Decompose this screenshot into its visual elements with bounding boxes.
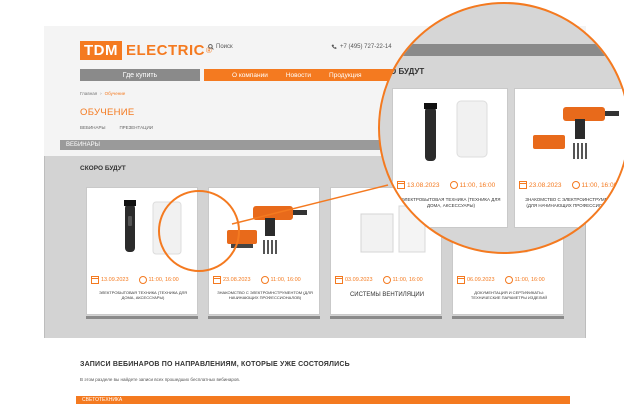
card-underline: [330, 316, 442, 319]
webinar-time: 11:00, 16:00: [459, 181, 496, 189]
webinar-time: 11:00, 16:00: [581, 181, 618, 189]
page-title: ОБУЧЕНИЕ: [80, 107, 135, 118]
magnifier-circle: О БУДУТ 13.08.2023 11:00, 16:00 ЭЛЕКТРОБ…: [378, 2, 624, 254]
webinar-date: 13.08.2023: [407, 181, 440, 189]
search-icon: [208, 44, 214, 50]
calendar-icon: [397, 181, 405, 189]
webinar-date: 13.09.2023: [101, 277, 129, 283]
nav-item-products[interactable]: Продукция: [329, 72, 362, 79]
calendar-icon: [91, 276, 99, 284]
card-underline: [86, 316, 198, 319]
magnified-webinar-card[interactable]: 13.08.2023 11:00, 16:00 ЭЛЕКТРОБЫТОВАЯ Т…: [392, 88, 508, 228]
webinar-meta: 13.09.2023 11:00, 16:00: [91, 275, 195, 285]
magnified-webinar-card[interactable]: 23.08.2023 11:00, 16:00 ЗНАКОМСТВО С ЭЛЕ…: [514, 88, 624, 228]
webinar-title: ЗНАКОМСТВО С ЭЛЕКТРОИНСТРУМЕНТОМ (ДЛЯ НА…: [525, 197, 621, 209]
calendar-icon: [457, 276, 465, 284]
clock-icon: [260, 276, 269, 284]
webinar-date: 03.09.2023: [345, 277, 373, 283]
calendar-icon: [213, 276, 221, 284]
records-area: [44, 338, 586, 404]
webinar-time: 11:00, 16:00: [270, 277, 301, 283]
presentation-frame: TDM ELECTRIC ® Поиск +7 (495) 727-22-14 …: [0, 0, 624, 404]
clock-icon: [449, 181, 458, 189]
webinar-time: 11:00, 16:00: [148, 277, 179, 283]
where-to-buy-button[interactable]: Где купить: [80, 69, 200, 81]
webinar-meta: 03.09.2023 11:00, 16:00: [335, 275, 439, 285]
tab-presentations[interactable]: ПРЕЗЕНТАЦИИ: [119, 125, 153, 130]
webinar-meta: 23.08.2023 11:00, 16:00: [213, 275, 317, 285]
records-title: ЗАПИСИ ВЕБИНАРОВ ПО НАПРАВЛЕНИЯМ, КОТОРЫ…: [80, 361, 350, 368]
logo-tdm-text: TDM: [80, 40, 122, 60]
webinar-title: ЭЛЕКТРОБЫТОВАЯ ТЕХНИКА (ТЕХНИКА ДЛЯ ДОМА…: [401, 197, 501, 209]
clock-icon: [138, 276, 147, 284]
clock-icon: [571, 181, 580, 189]
webinar-time: 11:00, 16:00: [392, 277, 423, 283]
category-label: СВЕТОТЕХНИКА: [82, 397, 123, 403]
webinar-date: 23.08.2023: [223, 277, 251, 283]
magnified-view: О БУДУТ 13.08.2023 11:00, 16:00 ЭЛЕКТРОБ…: [380, 4, 624, 252]
search-box[interactable]: Поиск: [208, 44, 233, 50]
webinar-title: ЭЛЕКТРОБЫТОВАЯ ТЕХНИКА (ТЕХНИКА ДЛЯ ДОМА…: [98, 290, 188, 301]
webinar-date: 23.08.2023: [529, 181, 562, 189]
breadcrumb-current: Обучение: [104, 91, 126, 96]
category-lighting[interactable]: СВЕТОТЕХНИКА: [76, 396, 570, 404]
webinar-meta: 23.08.2023 11:00, 16:00: [519, 181, 624, 189]
webinar-title: ДОКУМЕНТАЦИЯ И СЕРТИФИКАТЫ: ТЕХНИЧЕСКИЕ …: [470, 290, 548, 301]
webinar-meta: 13.08.2023 11:00, 16:00: [397, 181, 507, 189]
power-tools-image: [533, 107, 619, 159]
breadcrumb-home[interactable]: Главная: [80, 91, 97, 96]
clock-icon: [504, 276, 513, 284]
magnifier-source-circle: [158, 190, 240, 272]
breadcrumb: Главная › Обучение: [80, 91, 125, 96]
magnified-upcoming-title: О БУДУТ: [390, 67, 425, 76]
phone-icon: [331, 44, 337, 49]
hair-clipper-image: [424, 100, 488, 161]
calendar-icon: [335, 276, 343, 284]
records-description: В этом разделе вы найдете записи всех пр…: [80, 377, 240, 382]
tdm-logo[interactable]: TDM ELECTRIC ®: [80, 40, 212, 60]
webinar-title: ЗНАКОМСТВО С ЭЛЕКТРОИНСТРУМЕНТОМ (ДЛЯ НА…: [217, 290, 313, 301]
magnified-section-bar: [380, 44, 624, 56]
calendar-icon: [519, 181, 527, 189]
upcoming-title: СКОРО БУДУТ: [80, 165, 126, 172]
webinar-time: 11:00, 16:00: [514, 277, 545, 283]
breadcrumb-separator: ›: [100, 91, 102, 96]
webinar-meta: 06.09.2023 11:00, 16:00: [457, 275, 561, 285]
subtabs: ВЕБИНАРЫ ПРЕЗЕНТАЦИИ: [80, 125, 153, 130]
section-title: ВЕБИНАРЫ: [66, 141, 100, 148]
webinar-date: 06.09.2023: [467, 277, 495, 283]
card-underline: [452, 316, 564, 319]
nav-item-about[interactable]: О компании: [232, 72, 268, 79]
clock-icon: [382, 276, 391, 284]
logo-electric-text: ELECTRIC: [126, 41, 205, 59]
card-underline: [208, 316, 320, 319]
webinar-title: СИСТЕМЫ ВЕНТИЛЯЦИИ: [349, 292, 425, 298]
search-placeholder: Поиск: [216, 44, 233, 50]
nav-item-news[interactable]: Новости: [286, 72, 311, 79]
tab-webinars[interactable]: ВЕБИНАРЫ: [80, 125, 105, 130]
